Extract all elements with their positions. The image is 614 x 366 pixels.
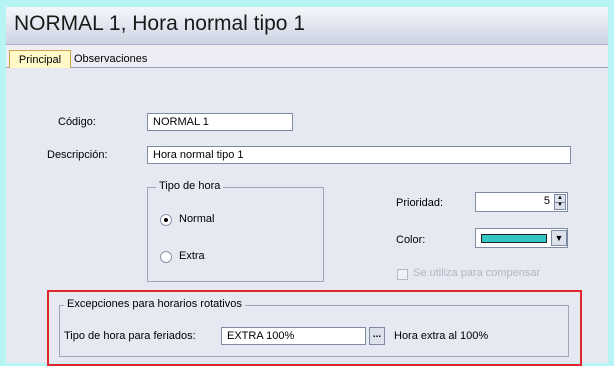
excepciones-group: Excepciones para horarios rotativos Tipo… <box>59 298 569 357</box>
feriados-description: Hora extra al 100% <box>394 330 489 342</box>
lookup-button[interactable]: ... <box>369 327 385 345</box>
radio-extra[interactable] <box>160 251 172 263</box>
codigo-input[interactable]: NORMAL 1 <box>147 113 293 131</box>
color-swatch <box>481 234 547 243</box>
window-title: NORMAL 1, Hora normal tipo 1 <box>14 12 305 35</box>
feriados-input[interactable]: EXTRA 100% <box>221 327 366 345</box>
prioridad-label: Prioridad: <box>396 197 444 209</box>
chevron-down-icon[interactable]: ▼ <box>551 230 567 246</box>
feriados-label: Tipo de hora para feriados: <box>64 330 196 342</box>
radio-normal[interactable] <box>160 214 172 226</box>
prioridad-spinner[interactable]: ▲ ▼ <box>554 194 566 210</box>
tipo-hora-group: Tipo de hora Normal Extra <box>147 180 324 282</box>
tab-principal[interactable]: Principal <box>9 50 71 69</box>
title-bar: NORMAL 1, Hora normal tipo 1 <box>6 7 608 45</box>
descripcion-input[interactable]: Hora normal tipo 1 <box>147 146 571 164</box>
tab-strip: Principal Observaciones <box>6 45 608 69</box>
radio-selected-dot <box>164 218 168 222</box>
dialog-window: NORMAL 1, Hora normal tipo 1 Principal O… <box>6 7 608 366</box>
tab-observaciones[interactable]: Observaciones <box>74 51 147 67</box>
color-label: Color: <box>396 234 426 246</box>
radio-normal-label[interactable]: Normal <box>179 213 214 225</box>
excepciones-legend: Excepciones para horarios rotativos <box>64 298 245 310</box>
spin-down-icon[interactable]: ▼ <box>555 202 565 209</box>
compensar-checkbox[interactable] <box>397 269 408 280</box>
radio-extra-label[interactable]: Extra <box>179 250 205 262</box>
compensar-label: Se utiliza para compensar <box>413 267 541 279</box>
tab-panel-principal: Código: NORMAL 1 Descripción: Hora norma… <box>6 68 608 366</box>
tipo-hora-legend: Tipo de hora <box>156 180 224 192</box>
codigo-label: Código: <box>58 116 96 128</box>
descripcion-label: Descripción: <box>47 149 108 161</box>
